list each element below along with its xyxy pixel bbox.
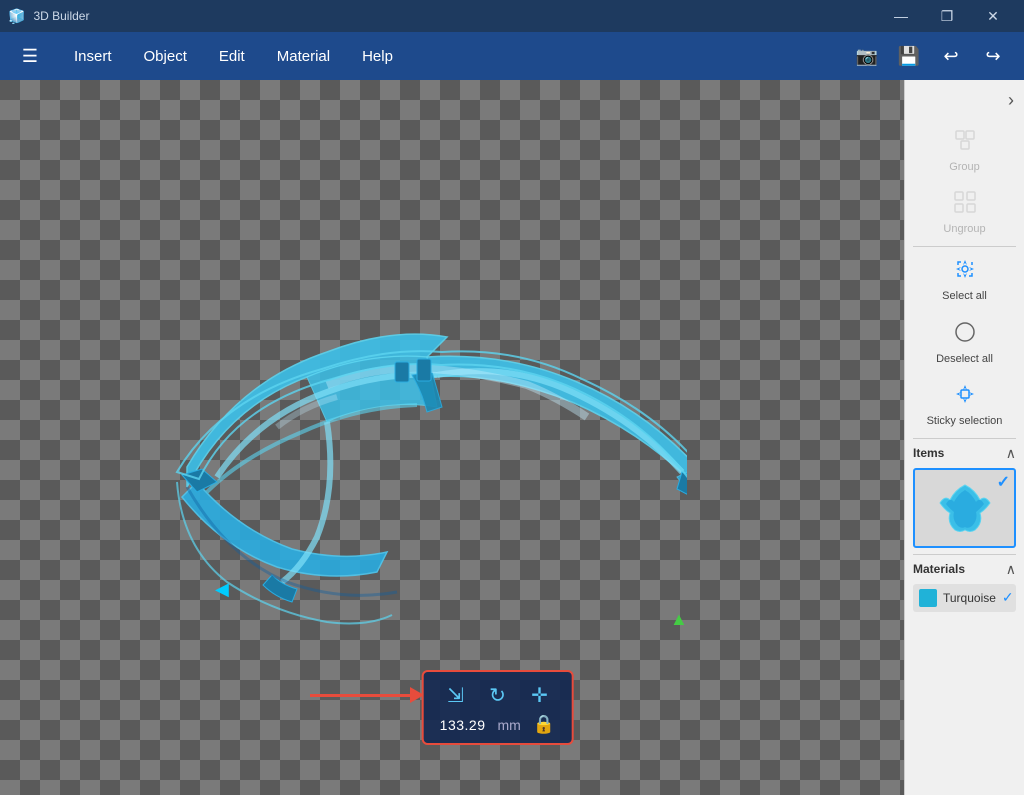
select-all-icon: [953, 257, 977, 287]
material-name: Turquoise: [943, 591, 996, 605]
group-icon: [953, 128, 977, 158]
ungroup-button[interactable]: Ungroup: [905, 182, 1024, 244]
sticky-selection-label: Sticky selection: [927, 415, 1003, 428]
redo-button[interactable]: ↪: [974, 37, 1012, 75]
rotate-icon: ↻: [489, 683, 506, 708]
camera-button[interactable]: 📷: [848, 37, 886, 75]
sidebar-divider-1: [913, 246, 1016, 247]
menu-bar: ☰ Insert Object Edit Material Help 📷 💾 ↩…: [0, 32, 1024, 80]
menu-object[interactable]: Object: [130, 42, 201, 71]
select-all-button[interactable]: Select all: [905, 249, 1024, 311]
material-color-swatch: [919, 589, 937, 607]
resize-icon: ⇲: [447, 683, 464, 708]
material-check-icon: ✓: [1002, 589, 1014, 606]
deselect-all-button[interactable]: Deselect all: [905, 312, 1024, 374]
items-collapse-button[interactable]: ∧: [1006, 445, 1016, 462]
main-layout: ◀ ▲: [0, 80, 1024, 795]
3d-object: [127, 207, 687, 627]
menu-material[interactable]: Material: [263, 42, 344, 71]
viewport[interactable]: ◀ ▲: [0, 80, 904, 795]
camera-icon: 📷: [856, 46, 878, 67]
toolbar-bottom-row: 133.29 mm 🔒: [440, 714, 556, 735]
arrow-line: [310, 694, 410, 697]
item-thumbnail[interactable]: ✓: [913, 468, 1016, 548]
ungroup-icon: [953, 190, 977, 220]
sticky-selection-button[interactable]: Sticky selection: [905, 374, 1024, 436]
window-controls: — ❐ ✕: [878, 0, 1016, 32]
sidebar: › Group: [904, 80, 1024, 795]
chevron-up-icon: ∧: [1006, 445, 1016, 461]
deselect-all-icon: [953, 320, 977, 350]
materials-label: Materials: [913, 562, 965, 576]
minimize-button[interactable]: —: [878, 0, 924, 32]
save-button[interactable]: 💾: [890, 37, 928, 75]
hamburger-icon: ☰: [22, 46, 38, 67]
sidebar-actions: Group Ungroup: [905, 120, 1024, 436]
sidebar-divider-3: [913, 554, 1016, 555]
lock-button[interactable]: 🔒: [533, 714, 555, 735]
group-label: Group: [949, 161, 980, 174]
ungroup-label: Ungroup: [943, 223, 985, 236]
toolbar-top-row: ⇲ ↻ ✛: [440, 680, 554, 710]
chevron-right-icon: ›: [1008, 90, 1014, 111]
sidebar-collapse-button[interactable]: ›: [905, 80, 1024, 120]
lock-icon: 🔒: [533, 714, 555, 734]
sticky-selection-icon: [953, 382, 977, 412]
maximize-button[interactable]: ❐: [924, 0, 970, 32]
title-bar: 🧊 3D Builder — ❐ ✕: [0, 0, 1024, 32]
undo-icon: ↩: [943, 46, 958, 67]
move-button[interactable]: ✛: [524, 680, 554, 710]
material-turquoise[interactable]: Turquoise ✓: [913, 584, 1016, 612]
close-button[interactable]: ✕: [970, 0, 1016, 32]
select-all-label: Select all: [942, 290, 987, 303]
menu-edit[interactable]: Edit: [205, 42, 259, 71]
materials-header: Materials ∧: [905, 557, 1024, 580]
materials-chevron-up-icon: ∧: [1006, 561, 1016, 577]
undo-button[interactable]: ↩: [932, 37, 970, 75]
move-icon: ✛: [531, 683, 548, 708]
bottom-toolbar: ⇲ ↻ ✛ 133.29 mm 🔒: [422, 670, 574, 745]
items-label: Items: [913, 446, 944, 460]
sidebar-divider-2: [913, 438, 1016, 439]
rotate-button[interactable]: ↻: [482, 680, 512, 710]
dimension-value: 133.29: [440, 717, 486, 733]
item-check-icon: ✓: [997, 472, 1010, 492]
app-title: 3D Builder: [33, 9, 89, 23]
redo-icon: ↪: [985, 46, 1000, 67]
menu-help[interactable]: Help: [348, 42, 407, 71]
app-icon: 🧊: [8, 8, 25, 25]
group-button[interactable]: Group: [905, 120, 1024, 182]
dimension-unit: mm: [498, 717, 521, 733]
red-arrow: [310, 687, 424, 703]
menu-insert[interactable]: Insert: [60, 42, 126, 71]
materials-collapse-button[interactable]: ∧: [1006, 561, 1016, 578]
items-header: Items ∧: [905, 441, 1024, 464]
deselect-all-label: Deselect all: [936, 353, 993, 366]
resize-button[interactable]: ⇲: [440, 680, 470, 710]
hamburger-button[interactable]: ☰: [12, 38, 48, 74]
save-icon: 💾: [898, 46, 920, 67]
